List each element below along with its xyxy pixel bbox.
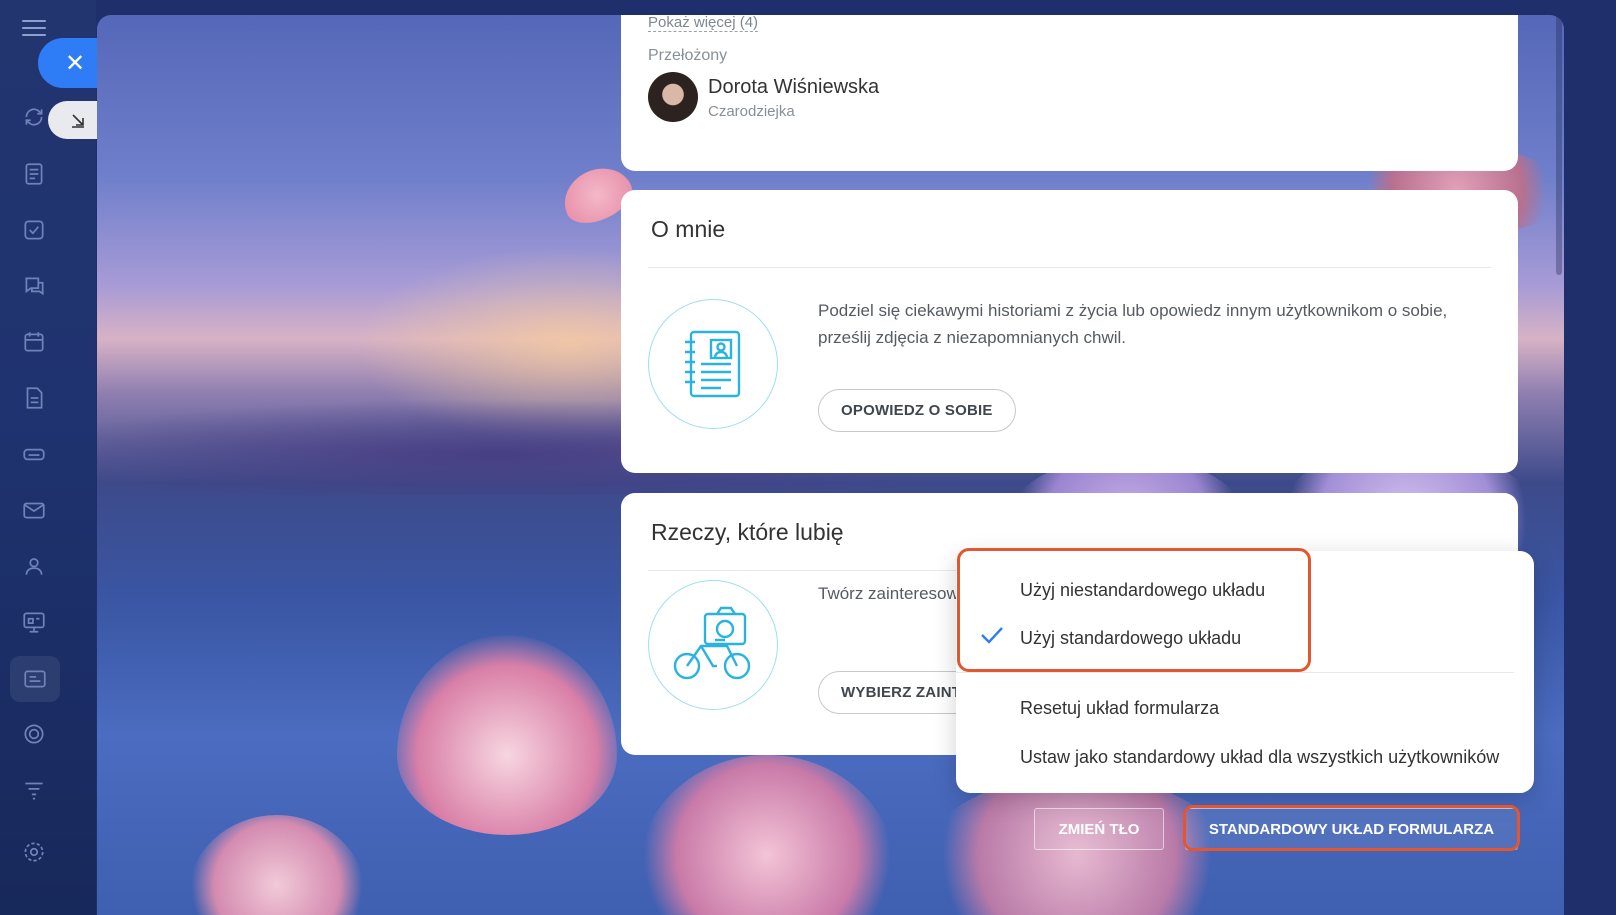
document-icon[interactable] <box>18 382 50 414</box>
card-title: O mnie <box>651 216 726 242</box>
supervisor-label: Przełożony <box>648 47 728 64</box>
arrow-down-right-icon <box>72 114 84 128</box>
crm-icon[interactable] <box>10 656 60 702</box>
calendar-icon[interactable] <box>18 326 50 358</box>
avatar[interactable] <box>648 72 698 122</box>
show-more-link[interactable]: Pokaż więcej (4) <box>648 15 759 32</box>
card-title: Rzeczy, które lubię <box>651 519 844 545</box>
background-flower <box>187 815 367 915</box>
target-icon[interactable] <box>18 718 50 750</box>
profile-notebook-icon <box>648 299 778 429</box>
close-slider-button[interactable]: ✕ <box>38 38 104 88</box>
minimize-slider-button[interactable] <box>48 101 104 139</box>
annotation-highlight <box>1183 805 1520 851</box>
close-icon: ✕ <box>64 49 86 77</box>
about-me-card: O mnie Podziel się ciekawymi historiami … <box>621 190 1518 473</box>
supervisor-name[interactable]: Dorota Wiśniewska <box>708 76 879 99</box>
choose-interests-button[interactable]: WYBIERZ ZAINTERESOWANIA <box>818 671 978 714</box>
background-flower <box>397 635 617 835</box>
supervisor-role: Czarodziejka <box>708 103 795 120</box>
change-background-button[interactable]: ZMIEŃ TŁO <box>1034 808 1164 850</box>
feed-icon[interactable] <box>18 158 50 190</box>
menu-item-set-default-for-all[interactable]: Ustaw jako standardowy układ dla wszystk… <box>1020 747 1499 768</box>
background-flower <box>637 755 897 915</box>
bicycle-camera-icon <box>648 580 778 710</box>
menu-divider <box>956 672 1514 673</box>
chat-icon[interactable] <box>18 270 50 302</box>
filter-icon[interactable] <box>18 774 50 806</box>
sync-icon[interactable] <box>18 101 50 133</box>
tasks-icon[interactable] <box>18 214 50 246</box>
menu-icon[interactable] <box>22 20 46 38</box>
about-description: Podziel się ciekawymi historiami z życia… <box>818 301 1448 347</box>
tell-about-yourself-button[interactable]: OPOWIEDZ O SOBIE <box>818 389 1016 432</box>
contact-center-icon[interactable] <box>18 606 50 638</box>
scrollbar[interactable] <box>1556 15 1562 275</box>
divider <box>648 267 1491 268</box>
annotation-highlight <box>957 548 1311 672</box>
profile-details-card: Pokaż więcej (4) Przełożony Dorota Wiśni… <box>621 15 1518 171</box>
settings-icon[interactable] <box>18 836 50 868</box>
mail-icon[interactable] <box>18 494 50 526</box>
contacts-icon[interactable] <box>18 550 50 582</box>
menu-item-reset-layout[interactable]: Resetuj układ formularza <box>1020 698 1219 719</box>
drive-icon[interactable] <box>18 438 50 470</box>
